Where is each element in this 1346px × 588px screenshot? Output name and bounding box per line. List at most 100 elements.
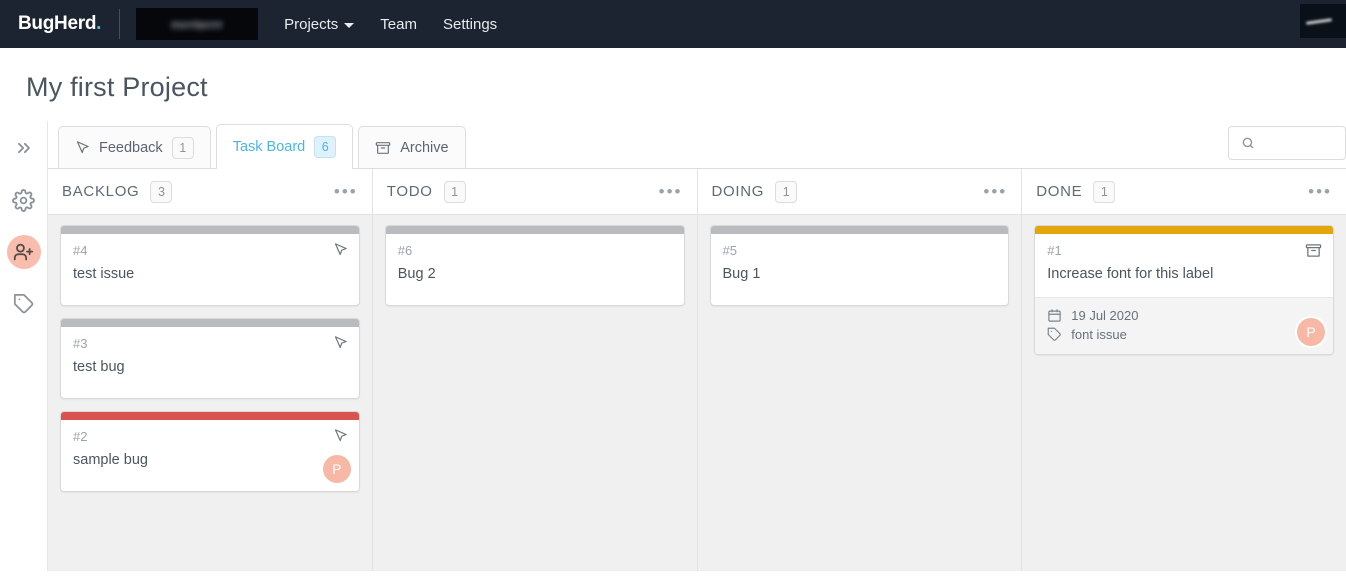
- card-id: #5: [722, 243, 737, 258]
- column-todo: TODO 1 ••• #6 Bug 2: [372, 169, 698, 571]
- card-body: #3 test bug: [61, 327, 359, 398]
- body-wrapper: Feedback 1 Task Board 6 Archive BACKLOG …: [0, 121, 1346, 571]
- gear-icon: [12, 188, 35, 212]
- logo-text: BugHerd: [18, 13, 97, 34]
- column-done: DONE 1 ••• #1 Increase font for this lab…: [1022, 169, 1346, 571]
- card-id: #2: [73, 429, 88, 445]
- card-title: Increase font for this label: [1047, 266, 1214, 282]
- column-todo-title: TODO: [386, 183, 433, 200]
- user-account-menu[interactable]: [1300, 4, 1346, 38]
- nav-item-projects[interactable]: Projects: [284, 15, 355, 33]
- card-title: test issue: [73, 266, 135, 282]
- column-done-header: DONE 1 •••: [1022, 169, 1346, 215]
- nav-item-team[interactable]: Team: [380, 16, 417, 33]
- task-card[interactable]: #2 sample bug P: [60, 411, 360, 493]
- card-status-bar: [385, 226, 684, 234]
- card-id: #6: [397, 243, 413, 258]
- card-status-bar: [61, 226, 359, 234]
- column-done-count: 1: [1093, 180, 1116, 203]
- board-columns: BACKLOG 3 ••• #4 test issue #3 test bug …: [48, 169, 1346, 571]
- column-todo-header: TODO 1 •••: [372, 169, 697, 215]
- sidebar-item-settings[interactable]: [7, 183, 41, 217]
- card-body: #5 Bug 1: [711, 234, 1009, 305]
- tab-task-board[interactable]: Task Board 6: [215, 124, 354, 169]
- tab-archive-label: Archive: [400, 139, 449, 156]
- column-doing-header: DOING 1 •••: [697, 169, 1022, 215]
- bugherd-logo[interactable]: BugHerd.: [18, 13, 101, 35]
- tab-task-board-label: Task Board: [232, 138, 306, 155]
- archive-box-icon[interactable]: [1305, 242, 1322, 259]
- card-status-bar: [710, 226, 1009, 234]
- avatar[interactable]: P: [320, 453, 353, 486]
- column-backlog-count: 3: [150, 180, 173, 203]
- task-card[interactable]: #1 Increase font for this label 19 Jul 2…: [1034, 225, 1334, 356]
- search-box[interactable]: [1228, 126, 1346, 160]
- column-doing-menu-button[interactable]: •••: [983, 183, 1007, 200]
- column-backlog-cards[interactable]: #4 test issue #3 test bug #2 sample bug …: [48, 215, 372, 571]
- tag-icon: [13, 293, 33, 314]
- tag-icon: [1047, 327, 1062, 341]
- search-input[interactable]: [1263, 135, 1323, 151]
- chevron-down-icon: [344, 22, 355, 28]
- tab-feedback[interactable]: Feedback 1: [58, 126, 211, 168]
- page-title: My first Project: [26, 72, 208, 102]
- board-area: Feedback 1 Task Board 6 Archive BACKLOG …: [48, 121, 1346, 571]
- add-user-icon: [13, 243, 34, 260]
- column-todo-cards[interactable]: #6 Bug 2: [372, 215, 697, 571]
- task-card[interactable]: #6 Bug 2: [384, 225, 685, 307]
- card-id: #3: [73, 336, 88, 352]
- column-doing-count: 1: [775, 180, 798, 203]
- sidebar-item-expand-panel[interactable]: [7, 131, 41, 165]
- board-tabs: Feedback 1 Task Board 6 Archive: [48, 121, 1346, 169]
- column-backlog-menu-button[interactable]: •••: [334, 183, 358, 200]
- left-sidebar-rail: [0, 121, 48, 571]
- card-title: test bug: [73, 359, 125, 376]
- task-card[interactable]: #5 Bug 1: [709, 225, 1010, 307]
- column-backlog: BACKLOG 3 ••• #4 test issue #3 test bug …: [48, 169, 373, 571]
- nav-item-projects-label: Projects: [284, 15, 339, 33]
- card-tag-text: font issue: [1071, 327, 1127, 343]
- column-todo-count: 1: [443, 180, 466, 203]
- organization-selector[interactable]: mrrrterrrr: [136, 8, 259, 40]
- task-card[interactable]: #3 test bug: [60, 318, 360, 400]
- organization-name: mrrrterrrr: [171, 16, 224, 32]
- top-navigation-bar: BugHerd. mrrrterrrr Projects Team Settin…: [0, 0, 1346, 48]
- card-body: #1 Increase font for this label: [1035, 234, 1333, 297]
- card-body: #4 test issue: [61, 234, 359, 305]
- cursor-arrow-icon: [333, 335, 348, 350]
- column-backlog-title: BACKLOG: [62, 183, 140, 200]
- cursor-arrow-icon: [333, 242, 348, 257]
- column-doing: DOING 1 ••• #5 Bug 1: [697, 169, 1023, 571]
- card-tag: font issue: [1047, 325, 1321, 344]
- column-done-menu-button[interactable]: •••: [1308, 183, 1332, 200]
- nav-item-settings-label: Settings: [442, 15, 498, 33]
- column-doing-title: DOING: [711, 183, 765, 200]
- nav-divider: [119, 9, 121, 39]
- tab-feedback-label: Feedback: [99, 139, 163, 156]
- account-avatar-placeholder: [1305, 17, 1333, 25]
- logo-dot: .: [96, 13, 102, 34]
- avatar[interactable]: P: [1295, 316, 1327, 349]
- sidebar-item-invite-member[interactable]: [6, 235, 41, 269]
- card-status-bar: [61, 412, 359, 421]
- search-icon: [1242, 137, 1254, 149]
- column-done-cards[interactable]: #1 Increase font for this label 19 Jul 2…: [1022, 215, 1346, 571]
- tab-feedback-count: 1: [171, 136, 194, 159]
- double-chevron-right-icon: [17, 142, 30, 154]
- column-todo-menu-button[interactable]: •••: [659, 183, 683, 200]
- task-card[interactable]: #4 test issue: [60, 225, 360, 307]
- nav-item-settings[interactable]: Settings: [443, 16, 497, 33]
- card-title: Bug 1: [722, 266, 761, 282]
- card-status-bar: [61, 319, 359, 328]
- card-id: #4: [73, 243, 88, 258]
- column-done-title: DONE: [1036, 183, 1083, 200]
- tab-task-board-count: 6: [314, 135, 337, 158]
- tab-archive[interactable]: Archive: [358, 126, 466, 168]
- card-id: #1: [1047, 243, 1062, 258]
- card-meta: 19 Jul 2020 font issue: [1035, 297, 1333, 355]
- sidebar-item-tags[interactable]: [7, 287, 41, 321]
- column-doing-cards[interactable]: #5 Bug 1: [697, 215, 1022, 571]
- card-due-date-text: 19 Jul 2020: [1071, 308, 1139, 324]
- card-status-bar: [1035, 226, 1333, 234]
- cursor-arrow-icon: [333, 428, 348, 443]
